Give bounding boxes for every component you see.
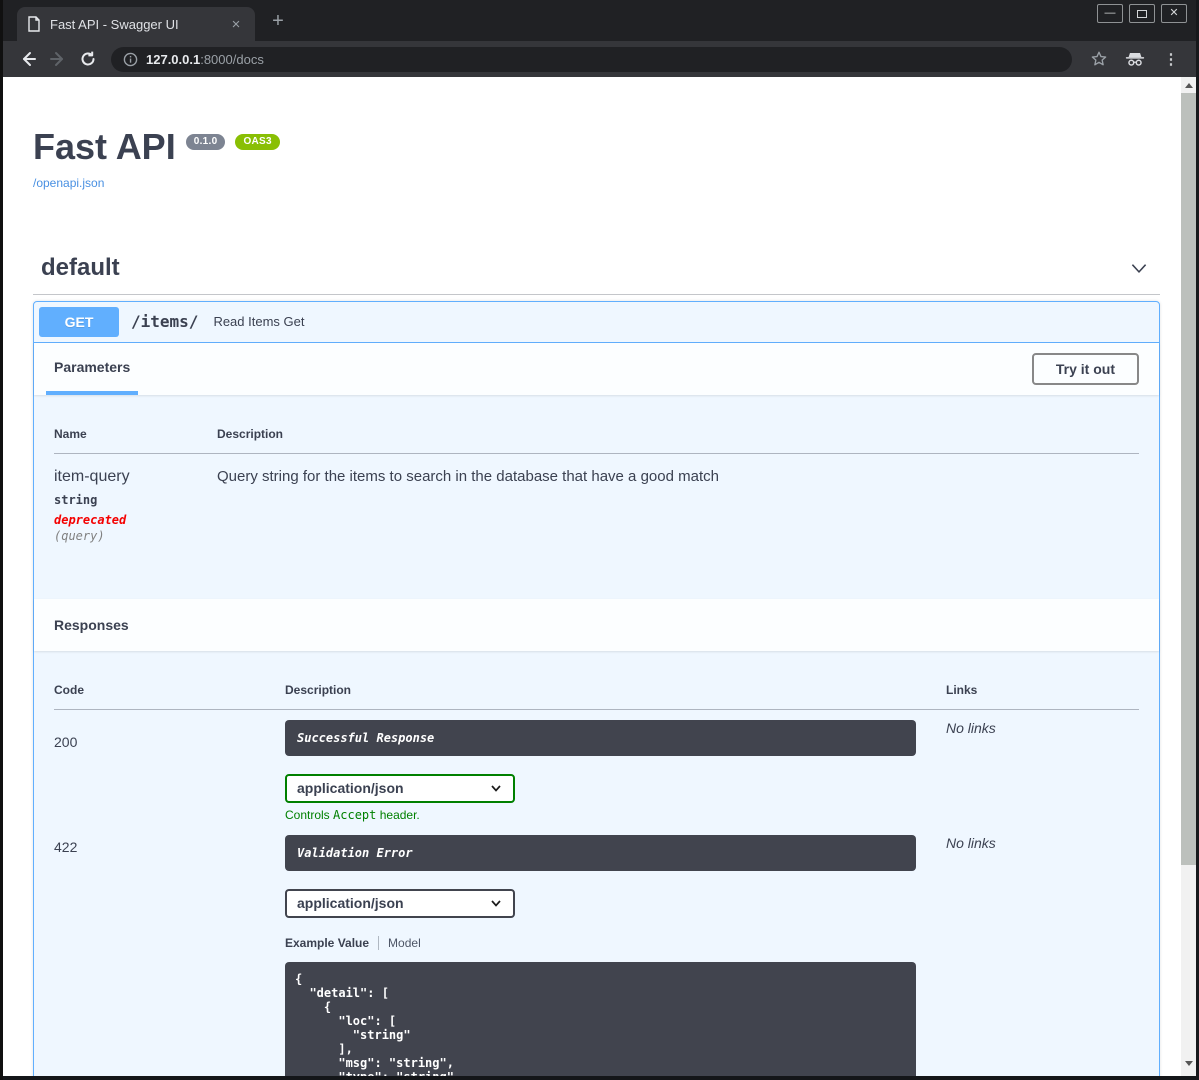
responses-table: Code Description Links 200 Successful Re… <box>54 670 1139 1076</box>
oas3-badge: OAS3 <box>235 134 280 150</box>
responses-title: Responses <box>54 616 129 633</box>
col-header-code: Code <box>54 670 285 710</box>
response-links: No links <box>946 719 996 736</box>
example-json-block[interactable]: { "detail": [ { "loc": [ "string" ], "ms… <box>285 961 916 1076</box>
parameters-body: Name Description item-query string depre… <box>34 395 1159 599</box>
url-text: 127.0.0.1:8000/docs <box>146 52 264 67</box>
maximize-button[interactable] <box>1129 4 1155 23</box>
accept-header-note: Controls Accept header. <box>285 807 420 822</box>
accept-code: Accept <box>333 807 377 822</box>
col-header-links: Links <box>946 670 1139 710</box>
operation-summary-text: Read Items Get <box>213 314 305 330</box>
responses-body: Code Description Links 200 Successful Re… <box>34 651 1159 1076</box>
forward-button[interactable] <box>43 44 73 74</box>
parameters-table: Name Description item-query string depre… <box>54 414 1139 543</box>
swagger-ui: Fast API 0.1.0 OAS3 /openapi.json defaul… <box>3 77 1181 1076</box>
parameter-deprecated-label: deprecated <box>54 512 127 527</box>
incognito-indicator <box>1120 44 1150 74</box>
select-chevron-icon <box>491 900 501 907</box>
browser-tab[interactable]: Fast API - Swagger UI × <box>17 7 255 41</box>
tab-title: Fast API - Swagger UI <box>50 16 179 32</box>
page-favicon-icon <box>28 16 40 32</box>
version-badge: 0.1.0 <box>185 134 226 150</box>
browser-menu-button[interactable]: ⋮ <box>1156 44 1186 74</box>
window-controls: — ✕ <box>1097 4 1187 23</box>
reload-icon <box>81 51 95 66</box>
incognito-icon <box>1125 53 1145 66</box>
example-model-tabs: Example Value Model <box>285 935 916 950</box>
site-info-icon[interactable] <box>123 52 138 67</box>
url-host: 127.0.0.1 <box>146 51 201 67</box>
media-type-select[interactable]: application/json <box>285 888 515 918</box>
tab-parameters[interactable]: Parameters <box>46 343 139 395</box>
parameter-row: item-query string deprecated (query) Que… <box>54 453 1139 543</box>
method-badge: GET <box>39 306 119 337</box>
chevron-down-icon[interactable] <box>1128 257 1150 279</box>
address-bar[interactable]: 127.0.0.1:8000/docs <box>111 46 1072 72</box>
media-type-select[interactable]: application/json <box>285 773 515 803</box>
operation-summary[interactable]: GET /items/ Read Items Get <box>34 302 1159 343</box>
back-icon <box>23 52 36 66</box>
browser-toolbar: 127.0.0.1:8000/docs ⋮ <box>3 41 1196 77</box>
browser-window: Fast API - Swagger UI × + — ✕ 127.0.0.1:… <box>0 0 1199 1080</box>
response-row-422: 422 Validation Error application/json Ex… <box>54 822 1139 1076</box>
response-code: 200 <box>54 733 78 750</box>
tab-example-value[interactable]: Example Value <box>285 936 369 950</box>
maximize-icon <box>1137 9 1147 18</box>
media-type-value: application/json <box>297 780 404 797</box>
select-chevron-icon <box>491 785 501 792</box>
col-header-name: Name <box>54 414 217 454</box>
col-header-resp-description: Description <box>285 670 946 710</box>
parameter-type: string <box>54 492 98 507</box>
api-info: Fast API 0.1.0 OAS3 /openapi.json <box>33 127 1160 192</box>
scroll-down-arrow-icon[interactable] <box>1181 1056 1196 1071</box>
tag-name: default <box>41 253 120 281</box>
scroll-up-arrow-icon[interactable] <box>1181 78 1196 93</box>
tag-section-header[interactable]: default <box>33 244 1160 295</box>
close-button[interactable]: ✕ <box>1161 4 1187 23</box>
star-icon <box>1091 51 1107 66</box>
forward-icon <box>50 52 63 66</box>
response-links: No links <box>946 834 996 851</box>
media-type-value: application/json <box>297 895 404 912</box>
responses-header: Responses <box>34 598 1159 651</box>
tab-divider <box>378 935 380 950</box>
response-description-box: Successful Response <box>285 719 916 756</box>
kebab-menu-icon: ⋮ <box>1163 51 1179 68</box>
new-tab-button[interactable]: + <box>267 10 289 32</box>
minimize-button[interactable]: — <box>1097 4 1123 23</box>
page-content: Fast API 0.1.0 OAS3 /openapi.json defaul… <box>3 77 1181 1076</box>
try-it-out-button[interactable]: Try it out <box>1031 352 1139 385</box>
toolbar-right-icons: ⋮ <box>1084 44 1186 74</box>
parameter-description: Query string for the items to search in … <box>217 467 719 485</box>
tab-model[interactable]: Model <box>388 936 421 950</box>
url-path: :8000/docs <box>200 51 264 67</box>
back-button[interactable] <box>13 44 43 74</box>
response-row-200: 200 Successful Response application/json <box>54 709 1139 822</box>
response-code: 422 <box>54 838 78 855</box>
parameter-name: item-query <box>54 467 130 485</box>
bookmark-button[interactable] <box>1084 44 1114 74</box>
response-description-box: Validation Error <box>285 834 916 871</box>
tab-close-icon[interactable]: × <box>227 15 245 33</box>
parameter-location: (query) <box>54 528 105 543</box>
window-bottom-frame <box>3 1076 1196 1080</box>
parameters-header: Parameters Try it out <box>34 342 1159 395</box>
operation-path: /items/ <box>131 312 199 332</box>
tab-strip: Fast API - Swagger UI × + — ✕ <box>3 0 1196 41</box>
scrollbar-thumb[interactable] <box>1181 93 1196 865</box>
col-header-description: Description <box>217 414 1139 454</box>
openapi-spec-link[interactable]: /openapi.json <box>33 176 104 190</box>
reload-button[interactable] <box>73 44 103 74</box>
api-title: Fast API <box>33 126 176 167</box>
opblock-get-items: GET /items/ Read Items Get Parameters Tr… <box>33 300 1160 1076</box>
page-scrollbar[interactable] <box>1181 77 1196 1076</box>
